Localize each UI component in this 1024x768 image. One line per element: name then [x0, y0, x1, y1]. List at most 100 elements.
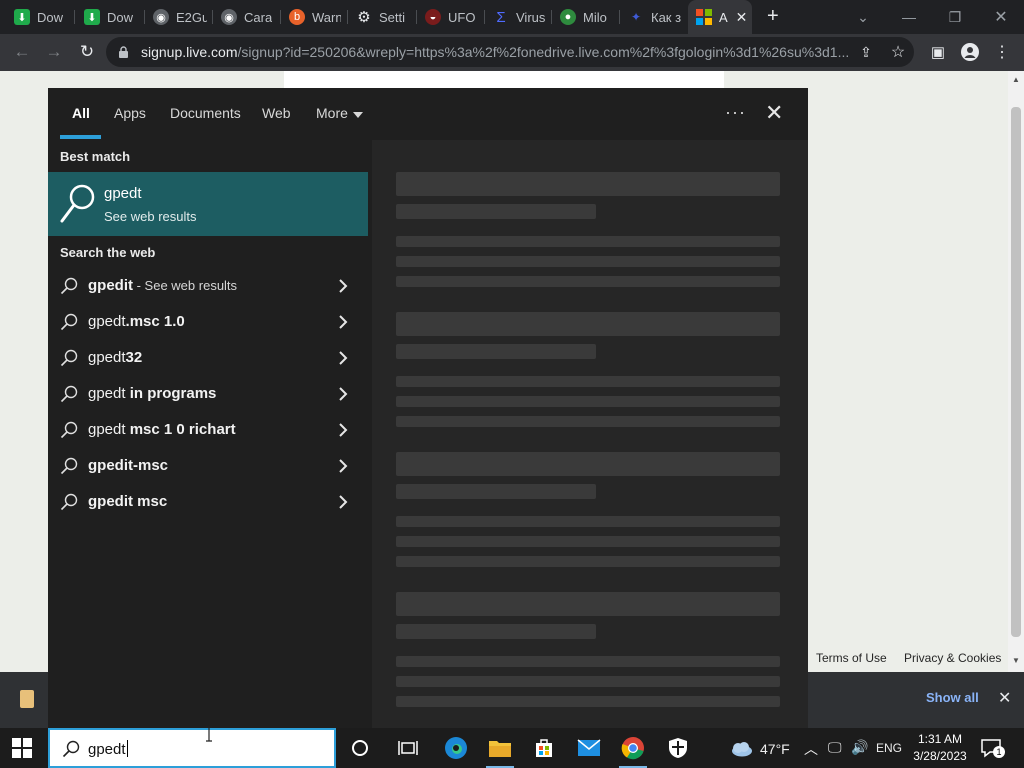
- privacy-cookies-link[interactable]: Privacy & Cookies: [904, 651, 1001, 665]
- web-suggestion[interactable]: gpedt32: [48, 340, 368, 376]
- tab-separator: [484, 10, 485, 24]
- chevron-right-icon[interactable]: [336, 457, 350, 475]
- suggestion-bold-text: msc 1 0 richart: [129, 421, 236, 438]
- chevron-right-icon[interactable]: [336, 277, 350, 295]
- web-suggestion[interactable]: gpedt.msc 1.0: [48, 304, 368, 340]
- scrollbar-thumb[interactable]: [1011, 107, 1021, 637]
- forward-button[interactable]: →: [40, 38, 68, 66]
- page-scrollbar[interactable]: ▲ ▼: [1008, 71, 1024, 672]
- weather-temperature[interactable]: 47°F: [760, 741, 790, 757]
- loading-placeholder: [396, 236, 780, 247]
- cortana-icon[interactable]: [340, 728, 380, 768]
- tab-apps[interactable]: Apps: [114, 105, 146, 121]
- volume-icon[interactable]: 🔊: [851, 739, 868, 756]
- address-bar[interactable]: signup.live.com/signup?id=250206&wreply=…: [106, 37, 914, 67]
- tab-label: Warn: [312, 9, 341, 25]
- best-match-result[interactable]: gpedt See web results: [48, 172, 368, 236]
- loading-placeholder: [396, 556, 780, 567]
- tab-documents[interactable]: Documents: [170, 105, 241, 121]
- suggestion-bold-text: gpedit: [88, 277, 133, 294]
- file-explorer-icon[interactable]: [480, 728, 520, 768]
- scroll-down-icon[interactable]: ▼: [1012, 656, 1020, 665]
- close-icon[interactable]: ✕: [765, 100, 783, 126]
- globe-icon: ◉: [221, 9, 237, 25]
- chevron-right-icon[interactable]: [336, 385, 350, 403]
- search-icon: [60, 277, 78, 295]
- chevron-up-icon[interactable]: ︿: [804, 739, 818, 759]
- bookmark-star-icon[interactable]: ☆: [884, 38, 912, 66]
- browser-tab[interactable]: ⬇ Dow: [84, 0, 138, 34]
- browser-tab[interactable]: ◉ Cara: [221, 0, 273, 34]
- chevron-right-icon[interactable]: [336, 349, 350, 367]
- suggestion-plain-text: gpedt: [88, 421, 130, 438]
- browser-tab[interactable]: Σ Virus: [493, 0, 545, 34]
- input-language[interactable]: ENG: [876, 741, 902, 755]
- chrome-icon[interactable]: [613, 728, 653, 768]
- loading-placeholder: [396, 696, 780, 707]
- tab-close-icon[interactable]: ✕: [736, 9, 748, 26]
- tab-separator: [74, 10, 75, 24]
- browser-tab[interactable]: ✦ Как з: [628, 0, 682, 34]
- loading-placeholder: [396, 416, 780, 427]
- task-view-icon[interactable]: [388, 728, 428, 768]
- taskbar-search-box[interactable]: gpedt: [48, 728, 336, 768]
- search-icon: [60, 313, 78, 331]
- browser-tab[interactable]: ◒ UFO: [425, 0, 477, 34]
- bitdefender-icon: b: [289, 9, 305, 25]
- web-suggestion[interactable]: gpedit msc: [48, 484, 368, 520]
- tab-label: Setti: [379, 9, 406, 25]
- web-suggestion[interactable]: gpedt in programs: [48, 376, 368, 412]
- web-suggestion[interactable]: gpedit - See web results: [48, 268, 368, 304]
- chevron-right-icon[interactable]: [336, 421, 350, 439]
- browser-tab[interactable]: ⚙ Setti: [356, 0, 410, 34]
- more-options-icon[interactable]: ···: [725, 102, 746, 123]
- chevron-right-icon[interactable]: [336, 493, 350, 511]
- suggestion-bold-text: gpedit-msc: [88, 457, 169, 474]
- network-icon[interactable]: 🖵: [828, 739, 842, 756]
- browser-tab[interactable]: b Warn: [289, 0, 341, 34]
- share-icon[interactable]: ⇪: [852, 38, 880, 66]
- archive-file-icon[interactable]: [20, 690, 34, 708]
- tab-separator: [551, 10, 552, 24]
- flag-icon: ✦: [630, 10, 642, 24]
- windows-start-icon[interactable]: [12, 738, 32, 758]
- scroll-up-icon[interactable]: ▲: [1012, 75, 1020, 84]
- browser-tab[interactable]: ⬇ Dow: [14, 0, 70, 34]
- terms-of-use-link[interactable]: Terms of Use: [816, 651, 887, 665]
- browser-tab[interactable]: ◉ E2Gu: [153, 0, 207, 34]
- results-list: Best match gpedt See web results Search …: [48, 140, 368, 728]
- window-close-button[interactable]: ✕: [978, 0, 1024, 34]
- tab-web[interactable]: Web: [262, 105, 291, 121]
- tab-all[interactable]: All: [72, 105, 90, 121]
- search-icon: [60, 457, 78, 475]
- web-suggestion[interactable]: gpedt msc 1 0 richart: [48, 412, 368, 448]
- restore-button[interactable]: ❐: [932, 0, 978, 34]
- tab-more[interactable]: More: [316, 105, 348, 121]
- profile-icon[interactable]: [956, 38, 984, 66]
- show-all-downloads-button[interactable]: Show all: [926, 690, 979, 705]
- menu-kebab-icon[interactable]: ⋮: [988, 38, 1016, 66]
- tab-label: E2Gu: [176, 9, 207, 25]
- windows-security-icon[interactable]: [658, 728, 698, 768]
- browser-tab[interactable]: ● Milo: [560, 0, 612, 34]
- back-button[interactable]: ←: [8, 38, 36, 66]
- chevron-right-icon[interactable]: [336, 313, 350, 331]
- cloud-weather-icon[interactable]: [728, 741, 754, 757]
- web-suggestion[interactable]: gpedit-msc: [48, 448, 368, 484]
- microsoft-store-icon[interactable]: [524, 728, 564, 768]
- reload-button[interactable]: ↻: [73, 38, 101, 66]
- browser-tab-active[interactable]: A ✕: [688, 0, 752, 34]
- tab-search-chevron-icon[interactable]: ⌄: [840, 0, 886, 34]
- loading-placeholder: [396, 256, 780, 267]
- notification-center-icon[interactable]: 1: [980, 738, 1006, 758]
- new-tab-button[interactable]: +: [767, 5, 779, 28]
- taskbar-clock[interactable]: 1:31 AM 3/28/2023: [910, 731, 970, 765]
- start-search-panel: All Apps Documents Web More ··· ✕ Best m…: [48, 88, 808, 728]
- minimize-button[interactable]: —: [886, 0, 932, 34]
- tab-separator: [416, 10, 417, 24]
- mail-icon[interactable]: [569, 728, 609, 768]
- download-bar-close-icon[interactable]: ✕: [998, 688, 1011, 708]
- edge-browser-icon[interactable]: [436, 728, 476, 768]
- suggestion-plain-text: gpedt: [88, 313, 126, 330]
- side-panel-icon[interactable]: ▣: [924, 38, 952, 66]
